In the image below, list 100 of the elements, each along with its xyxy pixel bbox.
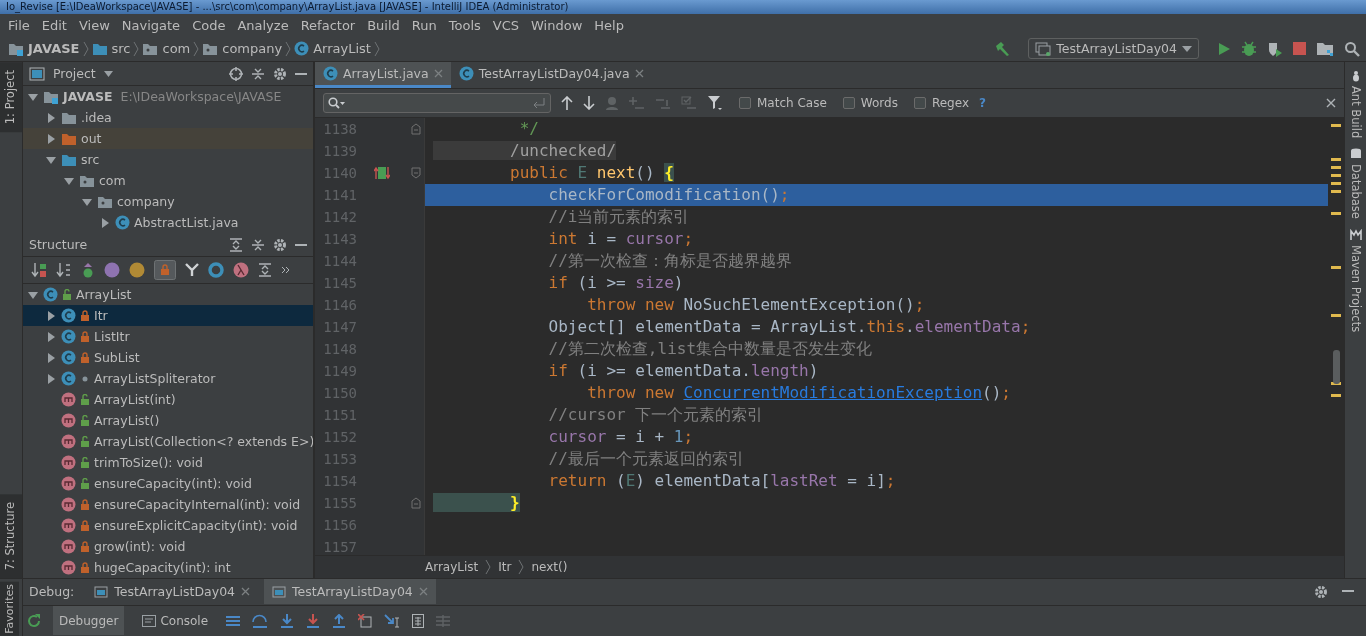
tree-item[interactable]: JAVASE E:\IDeaWorkspace\JAVASE [23, 86, 313, 107]
tree-item[interactable]: trimToSize(): void [23, 452, 313, 473]
step-into-icon[interactable] [280, 613, 295, 628]
collapsed-arrow-icon[interactable] [45, 309, 57, 322]
force-step-into-icon[interactable] [306, 613, 321, 628]
tree-item[interactable]: src [23, 149, 313, 170]
tree-item[interactable]: ArrayList(Collection<? extends E>) [23, 431, 313, 452]
collapsed-arrow-icon[interactable] [45, 132, 57, 145]
menu-item[interactable]: Code [186, 17, 232, 33]
tree-item[interactable]: ArrayListSpliterator [23, 368, 313, 389]
close-icon[interactable] [634, 69, 644, 78]
collapsed-arrow-icon[interactable] [45, 111, 57, 124]
fold-icon[interactable] [410, 167, 421, 179]
step-over-icon[interactable] [252, 613, 269, 628]
caret-icon[interactable] [103, 70, 113, 77]
collapsed-arrow-icon[interactable] [45, 351, 57, 364]
tree-item[interactable]: ensureCapacity(int): void [23, 473, 313, 494]
field-icon[interactable] [129, 262, 145, 278]
tree-item[interactable]: hugeCapacity(int): int [23, 557, 313, 578]
up-arrow-icon[interactable] [561, 96, 573, 110]
collapsed-arrow-icon[interactable] [99, 216, 111, 229]
menu-item[interactable]: Navigate [115, 17, 187, 33]
menu-item[interactable]: Edit [35, 17, 73, 33]
settings-icon[interactable] [273, 66, 287, 81]
debug-session-tab[interactable]: TestArrayListDay04 [264, 579, 436, 605]
bug-icon[interactable] [1241, 40, 1257, 57]
search-field[interactable] [323, 93, 551, 113]
editor-tab[interactable]: TestArrayListDay04.java [450, 62, 652, 88]
override-icon[interactable] [374, 165, 390, 181]
project-tool-button[interactable]: 1: Project [0, 62, 22, 133]
menu-item[interactable]: Window [525, 17, 589, 33]
breadcrumb[interactable]: next() [531, 560, 568, 574]
collapsed-arrow-icon[interactable] [45, 372, 57, 385]
step-out-icon[interactable] [332, 613, 347, 628]
settings-icon[interactable] [1314, 584, 1328, 599]
menu-item[interactable]: Analyze [231, 17, 295, 33]
collapse-all-icon[interactable] [251, 66, 265, 81]
menu-item[interactable]: Refactor [294, 17, 362, 33]
tree-item[interactable]: ListItr [23, 326, 313, 347]
hierarchy-icon[interactable] [185, 263, 199, 277]
more-icon[interactable] [281, 265, 291, 275]
rerun-icon[interactable] [27, 613, 41, 628]
hammer-icon[interactable] [994, 40, 1011, 57]
sort-icon[interactable] [31, 262, 47, 278]
tree-item[interactable]: ensureExplicitCapacity(int): void [23, 515, 313, 536]
breadcrumb[interactable]: ArrayList [292, 41, 373, 56]
menu-item[interactable]: Help [588, 17, 630, 33]
project-structure-icon[interactable] [1316, 41, 1334, 56]
editor-tab[interactable]: ArrayList.java [315, 62, 451, 88]
menu-item[interactable]: VCS [486, 17, 526, 33]
menu-item[interactable]: Run [405, 17, 443, 33]
close-icon[interactable] [1326, 98, 1336, 108]
expand-all-icon[interactable] [229, 237, 243, 252]
shield-play-icon[interactable] [1267, 40, 1283, 57]
target-icon[interactable] [229, 66, 243, 81]
tool-window-button[interactable]: Maven Projects [1348, 229, 1363, 333]
tool-window-button[interactable]: Database [1348, 148, 1363, 220]
menu-item[interactable]: Build [361, 17, 406, 33]
lock-toggle-icon[interactable] [154, 260, 176, 280]
lambda-icon[interactable] [233, 262, 249, 278]
breadcrumb[interactable]: JAVASE [6, 41, 82, 56]
debug-tab[interactable]: Console [136, 606, 215, 636]
run-to-cursor-icon[interactable] [384, 613, 401, 628]
tree-item[interactable]: out [23, 128, 313, 149]
option-checkbox[interactable]: Match Case [739, 96, 827, 110]
tree-item[interactable]: ensureCapacityInternal(int): void [23, 494, 313, 515]
breadcrumb[interactable]: src [89, 41, 133, 56]
fold-end-icon[interactable] [410, 497, 421, 509]
search-icon[interactable] [1344, 40, 1360, 57]
tree-item[interactable]: company [23, 191, 313, 212]
tree-item[interactable]: ArrayList [23, 284, 313, 305]
menu-icon[interactable] [226, 614, 241, 627]
debug-session-tab[interactable]: TestArrayListDay04 [86, 579, 259, 605]
tree-item[interactable]: ArrayList(int) [23, 389, 313, 410]
inherited-icon[interactable] [81, 262, 95, 278]
filter-icon[interactable] [707, 95, 723, 111]
breadcrumb[interactable]: Itr [498, 560, 512, 574]
tree-item[interactable]: AbstractList.java [23, 212, 313, 233]
tree-item[interactable]: Itr [23, 305, 313, 326]
breadcrumb[interactable]: ArrayList [425, 560, 479, 574]
expand-all-icon[interactable] [258, 263, 272, 277]
menu-item[interactable]: File [2, 17, 36, 33]
collapse-all-icon[interactable] [251, 237, 265, 252]
run-icon[interactable] [1217, 41, 1231, 56]
menu-item[interactable]: Tools [442, 17, 487, 33]
drop-frame-icon[interactable] [358, 613, 373, 628]
close-icon[interactable] [241, 587, 251, 597]
breadcrumb[interactable]: com [140, 41, 193, 56]
tree-item[interactable]: grow(int): void [23, 536, 313, 557]
option-checkbox[interactable]: Regex [913, 96, 969, 110]
tree-item[interactable]: com [23, 170, 313, 191]
tree-item[interactable]: SubList [23, 347, 313, 368]
debug-tab[interactable]: Debugger [53, 606, 125, 636]
run-configuration-dropdown[interactable]: TestArrayListDay04 [1028, 38, 1199, 59]
settings-icon[interactable] [273, 237, 287, 252]
structure-tool-button[interactable]: 7: Structure [0, 493, 22, 578]
down-arrow-icon[interactable] [583, 96, 595, 110]
option-checkbox[interactable]: Words [842, 96, 898, 110]
panel-title[interactable]: Project [53, 66, 96, 81]
tree-item[interactable]: ArrayList() [23, 410, 313, 431]
